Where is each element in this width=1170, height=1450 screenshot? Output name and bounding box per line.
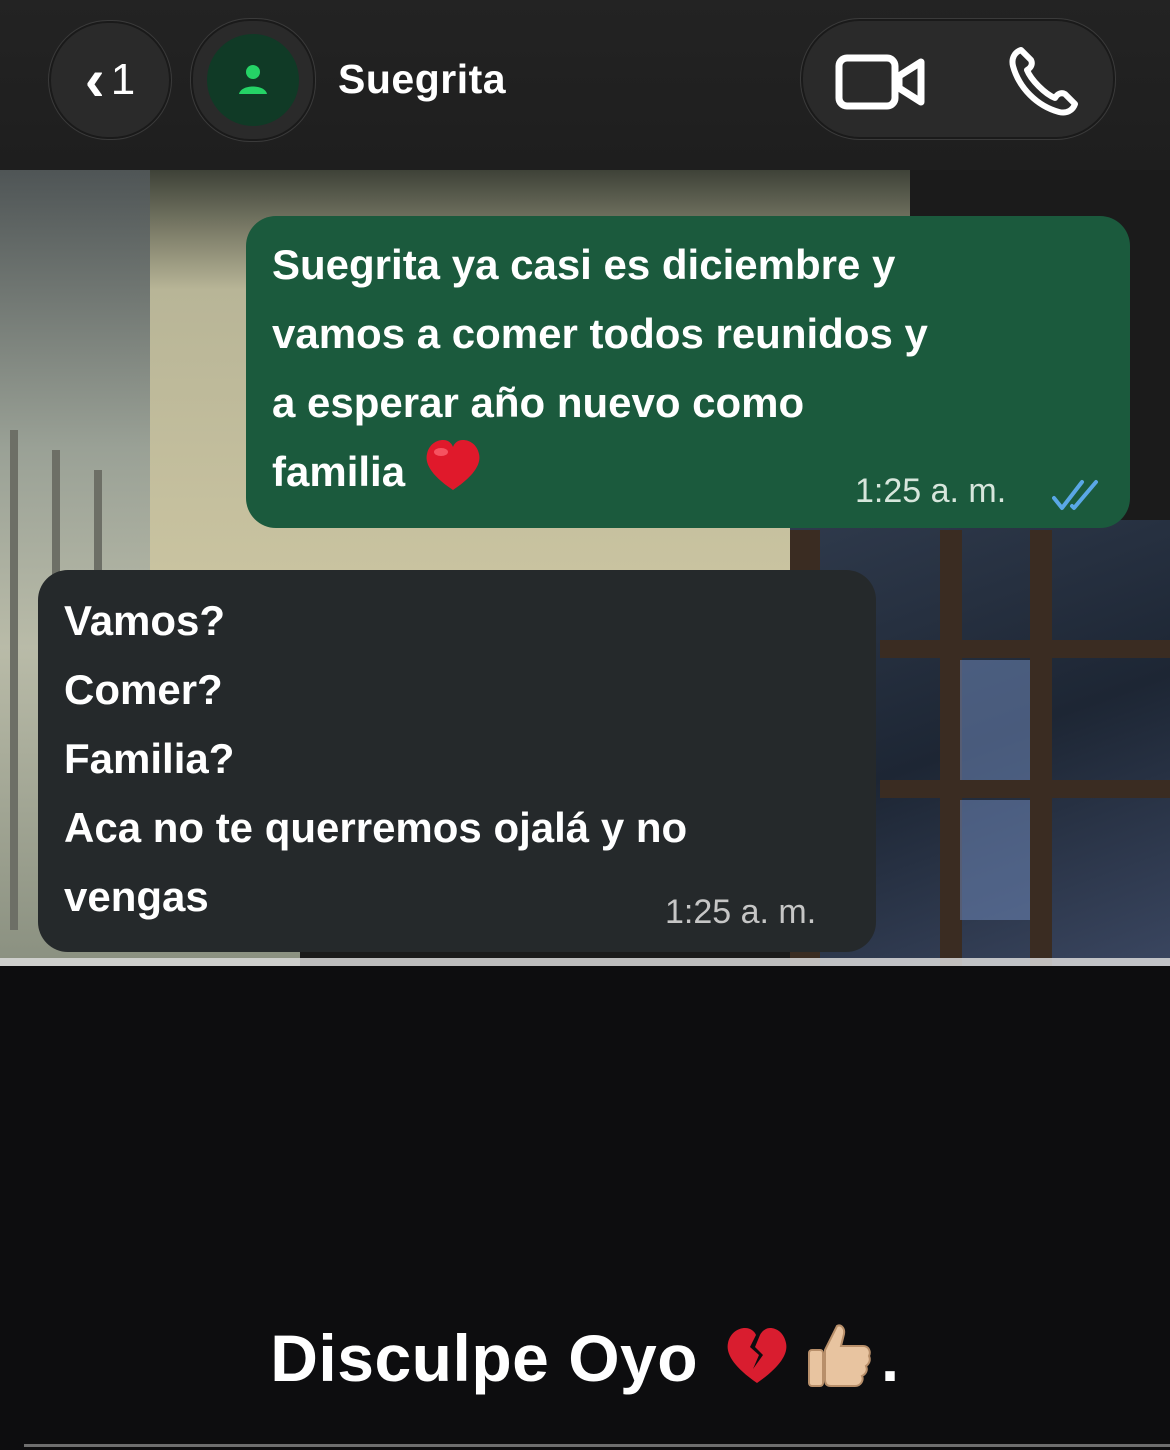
caption-text: Disculpe Oyo <box>270 1321 699 1395</box>
message-line: familia <box>272 448 406 495</box>
screenshot-bottom-edge <box>0 958 1170 966</box>
message-line: Vamos? <box>64 597 226 644</box>
window-pane <box>960 800 1030 920</box>
chat-header: ‹ 1 Suegrita <box>0 0 1170 170</box>
message-line: a esperar año nuevo como <box>272 379 805 426</box>
voice-call-button[interactable] <box>993 47 1093 117</box>
window-pane <box>960 660 1030 780</box>
avatar <box>207 34 299 126</box>
video-call-button[interactable] <box>831 47 931 117</box>
message-line: Aca no te querremos ojalá y no <box>64 804 688 851</box>
back-button[interactable]: ‹ 1 <box>48 20 172 140</box>
window-frame <box>880 780 1170 798</box>
contact-name[interactable]: Suegrita <box>338 56 506 103</box>
message-line: Familia? <box>64 735 235 782</box>
window-frame <box>1030 530 1052 966</box>
message-line: vengas <box>64 873 209 920</box>
chat-screenshot: ‹ 1 Suegrita Suegrita ya casi es diciemb… <box>0 0 1170 966</box>
message-timestamp: 1:25 a. m. <box>665 893 817 931</box>
double-check-read-icon <box>1052 480 1098 510</box>
message-line: Comer? <box>64 666 223 713</box>
fence-bar <box>10 430 18 930</box>
video-camera-icon <box>835 54 925 110</box>
message-timestamp: 1:25 a. m. <box>855 472 1007 510</box>
message-line: Suegrita ya casi es diciembre y <box>272 241 896 288</box>
window-frame <box>880 640 1170 658</box>
call-actions <box>800 18 1116 140</box>
unread-count: 1 <box>110 55 136 104</box>
chevron-left-icon: ‹ <box>84 46 105 113</box>
caption-period: . <box>880 1321 900 1395</box>
person-icon <box>239 65 267 94</box>
phone-icon <box>1009 47 1078 116</box>
message-line: vamos a comer todos reunidos y <box>272 310 928 357</box>
window-frame <box>940 530 962 966</box>
contact-avatar-button[interactable] <box>190 18 316 142</box>
thumbs-up-icon <box>803 1320 875 1407</box>
broken-heart-icon <box>723 1325 791 1402</box>
story-caption: Disculpe Oyo . <box>0 1320 1170 1407</box>
red-heart-icon <box>423 438 483 512</box>
home-indicator <box>24 1444 1170 1447</box>
